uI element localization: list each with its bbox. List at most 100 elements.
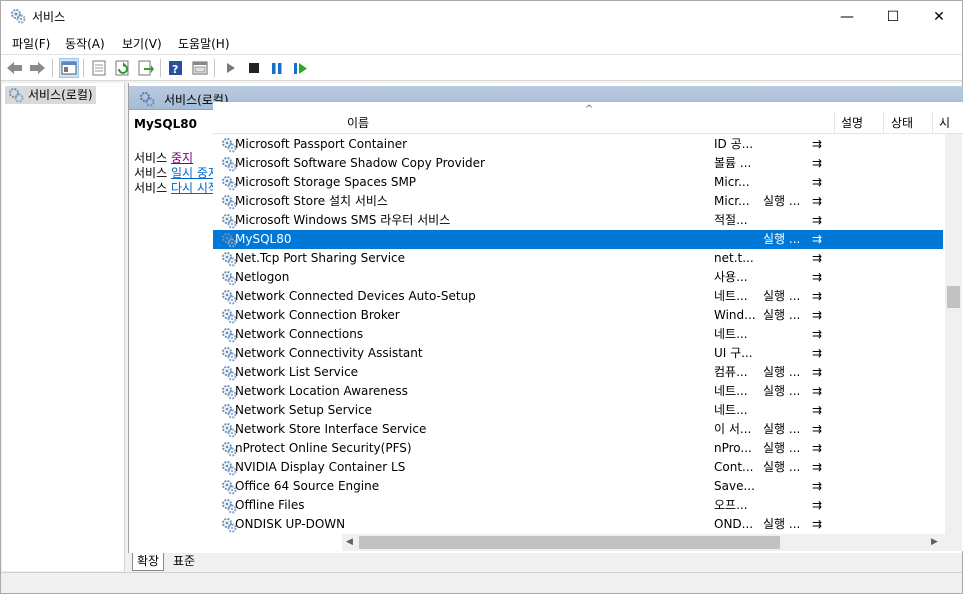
service-name: Net.Tcp Port Sharing Service [235, 251, 406, 265]
service-row[interactable]: Microsoft Software Shadow Copy Provider 볼… [213, 154, 943, 173]
service-row[interactable]: Network Connected Devices Auto-Setup 네트..… [213, 287, 943, 306]
toolbar-separator [160, 59, 161, 77]
service-startup-type: ⇉ [812, 422, 823, 436]
pause-service-link[interactable]: 일시 중지 [171, 166, 219, 180]
service-status: 실행 ... [763, 194, 801, 208]
show-console-tree-icon[interactable] [59, 58, 79, 78]
scroll-left-icon[interactable]: ◀ [346, 537, 353, 547]
restart-service-icon[interactable] [290, 58, 310, 78]
stop-service-link[interactable]: 중지 [171, 151, 193, 165]
service-status: 실행 ... [763, 289, 801, 303]
gear-icon [140, 92, 155, 107]
service-status: 실행 ... [763, 441, 801, 455]
service-row[interactable]: Network Connectivity Assistant UI 구... ⇉ [213, 344, 943, 363]
service-row[interactable]: Netlogon 사용... ⇉ [213, 268, 943, 287]
back-icon[interactable] [5, 58, 25, 78]
menu-file[interactable]: 파일(F) [12, 35, 50, 52]
properties-icon[interactable] [89, 58, 109, 78]
service-description: 컴퓨... [714, 365, 748, 379]
column-startup-type[interactable]: 시 [939, 114, 950, 131]
svg-text:?: ? [172, 63, 178, 76]
start-service-icon[interactable] [221, 58, 241, 78]
service-row[interactable]: Network Connections 네트... ⇉ [213, 325, 943, 344]
service-status: 실행 ... [763, 365, 801, 379]
service-row[interactable]: nProtect Online Security(PFS) nPro... 실행 .… [213, 439, 943, 458]
service-row[interactable]: Network Location Awareness 네트... 실행 ... ⇉ [213, 382, 943, 401]
service-row[interactable]: Microsoft Passport Container ID 공... ⇉ [213, 135, 943, 154]
menu-help[interactable]: 도움말(H) [178, 35, 230, 52]
service-row[interactable]: Net.Tcp Port Sharing Service net.t... ⇉ [213, 249, 943, 268]
service-row[interactable]: Network Connection Broker Wind... 실행 ... ⇉ [213, 306, 943, 325]
restart-service-link[interactable]: 다시 시작 [171, 181, 219, 195]
service-description: nPro... [714, 441, 752, 455]
service-description: ID 공... [714, 137, 754, 151]
column-status[interactable]: 상태 [891, 114, 913, 131]
tree-item-services-local[interactable]: 서비스(로컬) [5, 86, 96, 104]
service-description: Micr... [714, 175, 750, 189]
service-startup-type: ⇉ [812, 194, 823, 208]
service-name: nProtect Online Security(PFS) [235, 441, 412, 455]
refresh-icon[interactable] [113, 58, 133, 78]
help-icon[interactable]: ? [166, 58, 186, 78]
tab-extended[interactable]: 확장 [132, 553, 165, 571]
service-status: 실행 ... [763, 460, 801, 474]
horizontal-scrollbar[interactable]: ◀ ▶ [342, 534, 945, 551]
service-row[interactable]: Office 64 Source Engine Save... ⇉ [213, 477, 943, 496]
menu-action[interactable]: 동작(A) [65, 35, 105, 52]
service-name: Microsoft Passport Container [235, 137, 408, 151]
service-startup-type: ⇉ [812, 175, 823, 189]
service-row[interactable]: Network List Service 컴퓨... 실행 ... ⇉ [213, 363, 943, 382]
maximize-button[interactable]: ☐ [870, 1, 916, 32]
scroll-right-icon[interactable]: ▶ [931, 537, 938, 547]
services-list: ^ 이름 설명 상태 시 Microsoft Passport Containe… [213, 102, 963, 551]
service-startup-type: ⇉ [812, 365, 823, 379]
pause-service-icon[interactable] [267, 58, 287, 78]
service-row[interactable]: ONDISK UP-DOWN OND... 실행 ... ⇉ [213, 515, 943, 534]
service-description: OND... [714, 517, 754, 531]
column-divider[interactable] [932, 112, 933, 134]
service-description: 적절... [714, 213, 748, 227]
stop-service-icon[interactable] [244, 58, 264, 78]
service-row[interactable]: NVIDIA Display Container LS Cont... 실행 ...… [213, 458, 943, 477]
toolbar: ? [1, 54, 962, 81]
service-description: 사용... [714, 270, 748, 284]
menu-view[interactable]: 보기(V) [122, 35, 162, 52]
close-button[interactable]: ✕ [916, 1, 962, 32]
console-icon[interactable] [190, 58, 210, 78]
column-divider[interactable] [883, 112, 884, 134]
service-description: 네트... [714, 289, 748, 303]
view-tabs: 확장 표준 [128, 553, 962, 571]
vertical-scrollbar[interactable] [945, 134, 962, 551]
horizontal-scroll-thumb[interactable] [359, 536, 780, 549]
forward-icon[interactable] [27, 58, 47, 78]
service-status: 실행 ... [763, 422, 801, 436]
service-name: Network Store Interface Service [235, 422, 427, 436]
service-row[interactable]: Microsoft Storage Spaces SMP Micr... ⇉ [213, 173, 943, 192]
service-row[interactable]: Microsoft Windows SMS 라우터 서비스 적절... ⇉ [213, 211, 943, 230]
service-row[interactable]: Microsoft Store 설치 서비스 Micr... 실행 ... ⇉ [213, 192, 943, 211]
column-name[interactable]: 이름 [347, 114, 369, 131]
service-startup-type: ⇉ [812, 498, 823, 512]
column-header-row: ^ 이름 설명 상태 시 [213, 102, 963, 134]
service-row[interactable]: Network Setup Service 네트... ⇉ [213, 401, 943, 420]
service-name: Network List Service [235, 365, 359, 379]
service-startup-type: ⇉ [812, 251, 823, 265]
service-name: ONDISK UP-DOWN [235, 517, 346, 531]
service-startup-type: ⇉ [812, 270, 823, 284]
column-description[interactable]: 설명 [841, 114, 863, 131]
service-description: 네트... [714, 403, 748, 417]
service-row[interactable]: MySQL80 실행 ... ⇉ [213, 230, 943, 249]
service-description: 오프... [714, 498, 748, 512]
vertical-scroll-thumb[interactable] [947, 286, 960, 308]
tab-standard[interactable]: 표준 [169, 553, 199, 571]
status-bar [1, 572, 962, 593]
minimize-button[interactable]: — [824, 1, 870, 32]
service-name: Microsoft Software Shadow Copy Provider [235, 156, 485, 170]
service-row[interactable]: Network Store Interface Service 이 서... 실행 … [213, 420, 943, 439]
service-startup-type: ⇉ [812, 441, 823, 455]
service-name: Office 64 Source Engine [235, 479, 380, 493]
service-row[interactable]: Offline Files 오프... ⇉ [213, 496, 943, 515]
column-divider[interactable] [834, 112, 835, 134]
service-description: 볼륨 ... [714, 156, 752, 170]
export-list-icon[interactable] [136, 58, 156, 78]
